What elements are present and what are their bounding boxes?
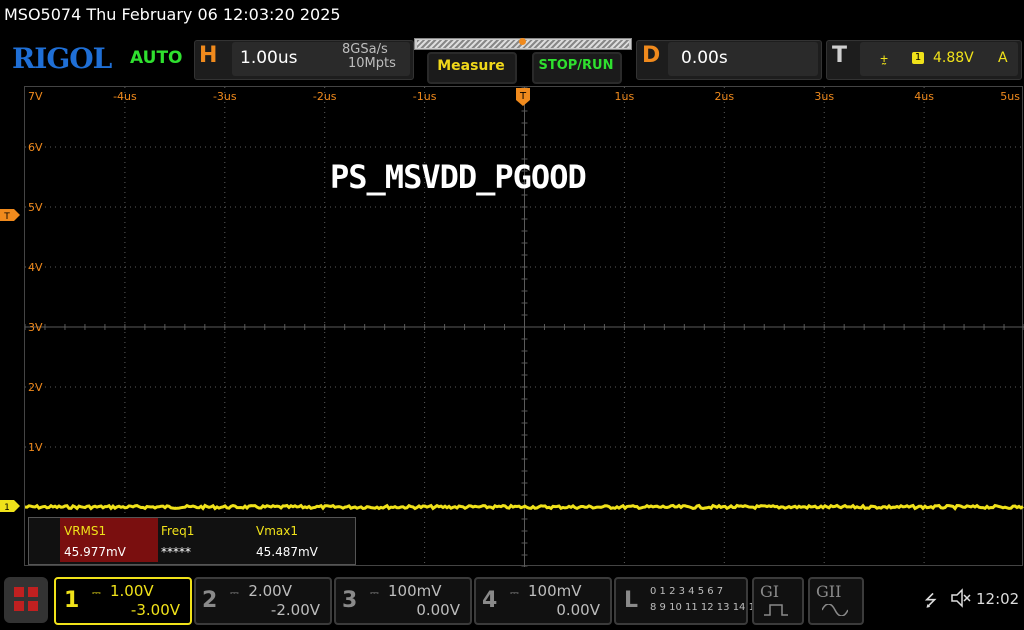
speaker-muted-icon[interactable] (950, 588, 972, 608)
trigger-position-icon[interactable]: T (516, 88, 530, 106)
trigger-level-marker[interactable]: T (0, 209, 20, 221)
system-clock: 12:02 (976, 590, 1020, 608)
dc-coupling-icon: ⎓ (510, 586, 519, 599)
time-axis-label: 2us (714, 90, 734, 103)
ch1-offset-marker[interactable]: 1 (0, 500, 20, 512)
measurement-name-freq: Freq1 (161, 524, 195, 538)
horizontal-letter: H (199, 43, 218, 68)
dc-coupling-icon: ⎓ (230, 586, 239, 599)
pulse-wave-icon (764, 604, 788, 616)
ch2-number: 2 (202, 588, 218, 613)
svg-text:1: 1 (4, 503, 10, 512)
measurement-value-freq: ***** (161, 545, 191, 559)
generator-1-label: GI (760, 582, 780, 601)
voltage-axis-label: 5V (28, 201, 43, 214)
time-axis-label: 5us (1000, 90, 1020, 103)
time-axis-label: -2us (313, 90, 337, 103)
time-axis-label: -4us (113, 90, 137, 103)
ch4-number: 4 (482, 588, 498, 613)
measurement-value-vmax: 45.487mV (256, 545, 318, 559)
time-axis-label: -1us (413, 90, 437, 103)
time-axis-label: 4us (914, 90, 934, 103)
sine-wave-icon (822, 604, 848, 616)
measurement-name-vrms: VRMS1 (64, 524, 107, 538)
ch3-offset: 0.00V (416, 601, 460, 619)
dc-coupling-icon: ⎓ (92, 586, 101, 599)
voltage-axis-label: 3V (28, 321, 43, 334)
acquire-mode-label[interactable]: AUTO (130, 48, 183, 68)
generator-2-label: GII (816, 582, 842, 601)
logic-channels-row2: 8 9 10 11 12 13 14 15 (650, 602, 762, 613)
voltage-axis-labels: 7V 6V 5V 4V 3V 2V 1V (28, 90, 43, 454)
menu-grid-icon (14, 587, 38, 611)
time-axis-label: -3us (213, 90, 237, 103)
ch1-number: 1 (64, 588, 80, 613)
measurement-value-vrms: 45.977mV (64, 545, 126, 559)
device-title: MSO5074 Thu February 06 12:03:20 2025 (4, 5, 341, 24)
ch2-offset: -2.00V (270, 601, 320, 619)
trigger-mode: A (998, 50, 1008, 66)
rigol-logo: RIGOL (12, 42, 112, 75)
trigger-level: 4.88V (933, 50, 974, 66)
rising-edge-icon: ⨦ (880, 50, 889, 66)
voltage-axis-label: 6V (28, 141, 43, 154)
measurement-name-vmax: Vmax1 (256, 524, 298, 538)
voltage-axis-label: 2V (28, 381, 43, 394)
stop-run-label: STOP/RUN (538, 58, 614, 73)
voltage-axis-label: 7V (28, 90, 43, 103)
ch3-scale: 100mV (388, 582, 442, 600)
memory-depth: 10Mpts (348, 56, 396, 71)
voltage-axis-label: 1V (28, 441, 43, 454)
trigger-letter: T (832, 43, 848, 68)
dc-coupling-icon: ⎓ (370, 586, 379, 599)
ch1-offset: -3.00V (130, 601, 180, 619)
ch3-number: 3 (342, 588, 358, 613)
delay-value: 0.00s (681, 48, 728, 68)
time-axis-labels: -4us -3us -2us -1us 1us 2us 3us 4us 5us (113, 90, 1020, 103)
sample-rate: 8GSa/s (342, 42, 388, 57)
measure-button-label: Measure (437, 58, 505, 74)
trace-label: PS_MSVDD_PGOOD (330, 158, 587, 196)
delay-letter: D (642, 43, 661, 68)
svg-text:T: T (519, 91, 527, 102)
ch4-offset: 0.00V (556, 601, 600, 619)
logic-channels-row1: 0 1 2 3 4 5 6 7 (650, 586, 724, 597)
time-axis-label: 1us (615, 90, 635, 103)
ch1-waveform (25, 503, 1024, 511)
usb-icon: ⭍ (924, 591, 938, 610)
time-axis-label: 3us (814, 90, 834, 103)
trigger-source-badge: 1 (912, 52, 924, 64)
ch4-scale: 100mV (528, 582, 582, 600)
memory-position-marker[interactable] (519, 38, 526, 45)
ch2-scale: 2.00V (248, 582, 292, 600)
voltage-axis-label: 4V (28, 261, 43, 274)
svg-text:T: T (3, 212, 10, 221)
logic-letter: L (624, 588, 639, 613)
timebase-value: 1.00us (240, 48, 298, 68)
ch1-scale: 1.00V (110, 582, 154, 600)
